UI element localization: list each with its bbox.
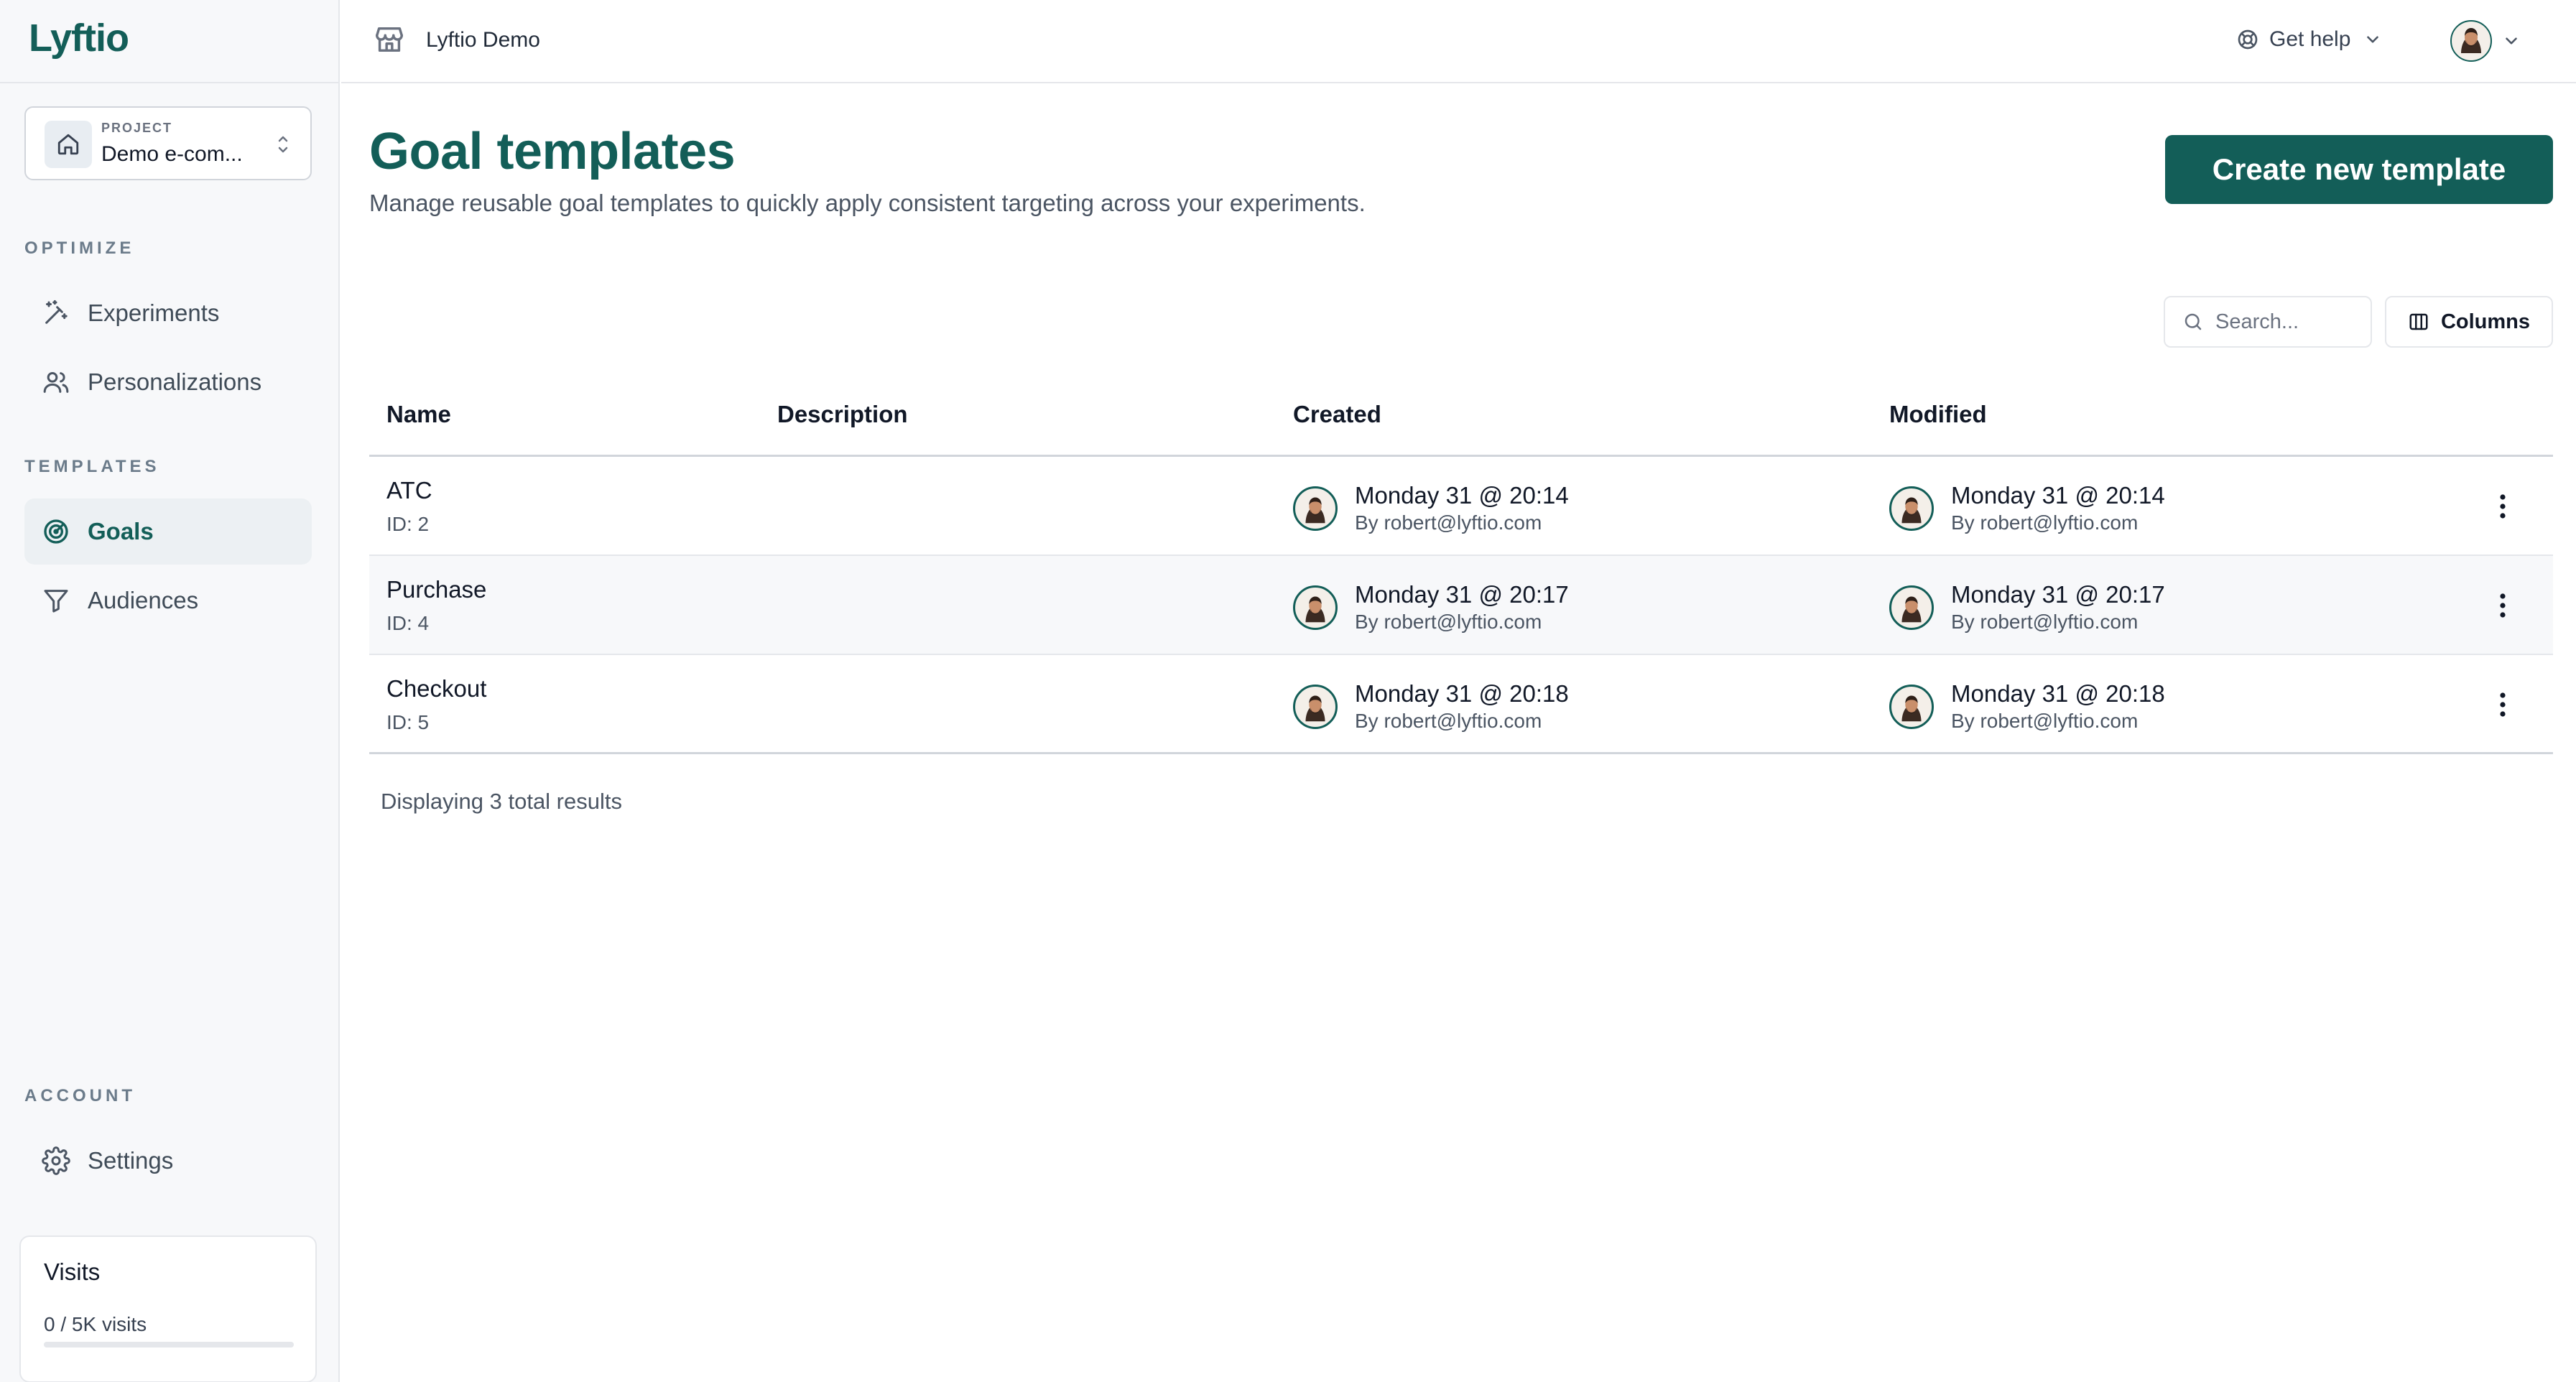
section-label-account: ACCOUNT (24, 1086, 136, 1105)
page-title: Goal templates (369, 123, 736, 180)
chevron-down-icon (2363, 30, 2382, 49)
avatar (1293, 585, 1338, 630)
home-icon (45, 121, 92, 168)
sidebar-item-label: Audiences (88, 587, 199, 613)
user-avatar[interactable] (2450, 20, 2492, 65)
modified-date: Monday 31 @ 20:14 (1951, 482, 2165, 509)
sidebar-item-label: Personalizations (88, 368, 262, 395)
columns-label: Columns (2440, 310, 2531, 333)
template-id: ID: 2 (386, 513, 430, 535)
columns-icon (2408, 311, 2429, 333)
sidebar-item-settings[interactable]: Settings (24, 1128, 312, 1194)
sidebar-item-label: Experiments (88, 300, 220, 326)
column-header-name[interactable]: Name (386, 401, 451, 428)
sidebar-item-label: Settings (88, 1147, 174, 1174)
created-date: Monday 31 @ 20:17 (1355, 581, 1569, 608)
lifebuoy-icon (2236, 28, 2259, 51)
project-kicker: PROJECT (101, 121, 173, 135)
sidebar: Lyftio PROJECT Demo e-com... OPTIMIZE Ex… (0, 0, 340, 1382)
table-row[interactable]: Purchase ID: 4 Monday 31 @ 20:17 By robe… (369, 556, 2553, 655)
gear-icon (40, 1145, 72, 1177)
get-help-label: Get help (2269, 27, 2351, 51)
row-actions-icon[interactable] (2488, 688, 2517, 721)
row-actions-icon[interactable] (2488, 589, 2517, 622)
top-bar: Lyftio Demo Get help (341, 0, 2576, 83)
magic-wand-icon (40, 297, 72, 329)
created-cell: Monday 31 @ 20:14 By robert@lyftio.com (1293, 481, 1569, 536)
store-icon (373, 23, 406, 60)
modified-date: Monday 31 @ 20:17 (1951, 581, 2165, 608)
created-by: By robert@lyftio.com (1355, 511, 1542, 534)
visits-title: Visits (44, 1258, 101, 1285)
search-icon (2182, 311, 2204, 333)
page-subtitle: Manage reusable goal templates to quickl… (369, 190, 1366, 216)
created-cell: Monday 31 @ 20:18 By robert@lyftio.com (1293, 680, 1569, 734)
section-label-templates: TEMPLATES (24, 457, 160, 476)
modified-cell: Monday 31 @ 20:18 By robert@lyftio.com (1889, 680, 2165, 734)
sidebar-item-personalizations[interactable]: Personalizations (24, 349, 312, 415)
column-header-created[interactable]: Created (1293, 401, 1381, 428)
columns-button[interactable]: Columns (2385, 296, 2553, 348)
column-header-modified[interactable]: Modified (1889, 401, 1987, 428)
template-name[interactable]: ATC (386, 477, 432, 504)
store-name[interactable]: Lyftio Demo (426, 28, 540, 52)
search-input[interactable] (2215, 310, 2359, 334)
modified-cell: Monday 31 @ 20:14 By robert@lyftio.com (1889, 481, 2165, 536)
users-icon (40, 366, 72, 398)
project-selector[interactable]: PROJECT Demo e-com... (24, 106, 312, 180)
table-row[interactable]: Checkout ID: 5 Monday 31 @ 20:18 By robe… (369, 655, 2553, 754)
avatar (1889, 685, 1934, 729)
table-row[interactable]: ATC ID: 2 Monday 31 @ 20:14 By robert@ly… (369, 457, 2553, 556)
column-header-description[interactable]: Description (777, 401, 908, 428)
divider (0, 82, 340, 83)
template-id: ID: 5 (386, 711, 430, 733)
modified-by: By robert@lyftio.com (1951, 511, 2139, 534)
created-date: Monday 31 @ 20:18 (1355, 680, 1569, 707)
avatar (1889, 486, 1934, 531)
filter-icon (40, 585, 72, 616)
table-header: Name Description Created Modified (369, 379, 2553, 457)
sidebar-item-label: Goals (88, 518, 154, 544)
sidebar-item-experiments[interactable]: Experiments (24, 280, 312, 346)
app-root: Lyftio PROJECT Demo e-com... OPTIMIZE Ex… (0, 0, 2576, 1382)
modified-by: By robert@lyftio.com (1951, 710, 2139, 732)
chevron-down-icon[interactable] (2502, 32, 2521, 54)
app-logo[interactable]: Lyftio (29, 16, 129, 60)
template-id: ID: 4 (386, 612, 430, 634)
target-icon (40, 516, 72, 547)
goal-templates-table: Name Description Created Modified ATC ID… (369, 379, 2553, 754)
modified-date: Monday 31 @ 20:18 (1951, 680, 2165, 707)
created-cell: Monday 31 @ 20:17 By robert@lyftio.com (1293, 580, 1569, 635)
avatar (1889, 585, 1934, 630)
visits-count: 0 / 5K visits (44, 1313, 147, 1335)
get-help-button[interactable]: Get help (2236, 27, 2382, 52)
sidebar-item-goals[interactable]: Goals (24, 498, 312, 565)
created-date: Monday 31 @ 20:14 (1355, 482, 1569, 509)
visits-card: Visits 0 / 5K visits (19, 1235, 317, 1382)
template-name[interactable]: Purchase (386, 576, 486, 603)
visits-progress-bar (44, 1342, 294, 1348)
project-name: Demo e-com... (101, 142, 243, 166)
chevron-up-down-icon (274, 132, 292, 160)
section-label-optimize: OPTIMIZE (24, 238, 135, 258)
create-new-template-button[interactable]: Create new template (2165, 135, 2553, 204)
search-box[interactable] (2164, 296, 2372, 348)
sidebar-item-audiences[interactable]: Audiences (24, 567, 312, 634)
row-actions-icon[interactable] (2488, 490, 2517, 523)
created-by: By robert@lyftio.com (1355, 611, 1542, 633)
modified-cell: Monday 31 @ 20:17 By robert@lyftio.com (1889, 580, 2165, 635)
created-by: By robert@lyftio.com (1355, 710, 1542, 732)
modified-by: By robert@lyftio.com (1951, 611, 2139, 633)
results-count: Displaying 3 total results (381, 789, 622, 814)
template-name[interactable]: Checkout (386, 675, 486, 702)
avatar (1293, 685, 1338, 729)
avatar (1293, 486, 1338, 531)
